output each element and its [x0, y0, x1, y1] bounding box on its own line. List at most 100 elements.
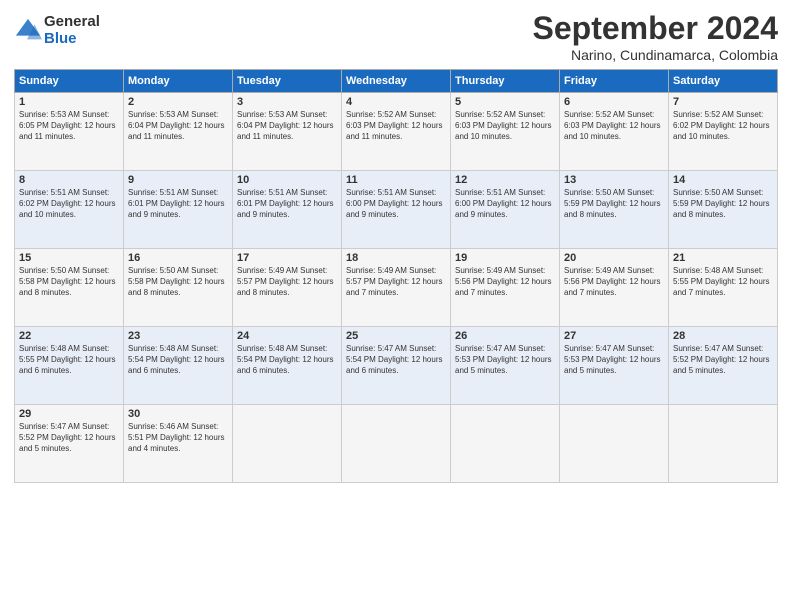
table-cell: 25Sunrise: 5:47 AM Sunset: 5:54 PM Dayli… [342, 327, 451, 405]
day-info: Sunrise: 5:48 AM Sunset: 5:54 PM Dayligh… [237, 343, 337, 377]
day-number: 17 [237, 252, 337, 264]
day-info: Sunrise: 5:51 AM Sunset: 6:01 PM Dayligh… [128, 187, 228, 221]
day-number: 11 [346, 174, 446, 186]
table-cell: 3Sunrise: 5:53 AM Sunset: 6:04 PM Daylig… [233, 93, 342, 171]
table-cell: 29Sunrise: 5:47 AM Sunset: 5:52 PM Dayli… [15, 405, 124, 483]
day-number: 7 [673, 96, 773, 108]
table-cell: 7Sunrise: 5:52 AM Sunset: 6:02 PM Daylig… [669, 93, 778, 171]
table-cell: 13Sunrise: 5:50 AM Sunset: 5:59 PM Dayli… [560, 171, 669, 249]
day-number: 5 [455, 96, 555, 108]
day-info: Sunrise: 5:47 AM Sunset: 5:52 PM Dayligh… [19, 421, 119, 455]
day-info: Sunrise: 5:47 AM Sunset: 5:52 PM Dayligh… [673, 343, 773, 377]
table-cell: 26Sunrise: 5:47 AM Sunset: 5:53 PM Dayli… [451, 327, 560, 405]
table-cell: 12Sunrise: 5:51 AM Sunset: 6:00 PM Dayli… [451, 171, 560, 249]
day-info: Sunrise: 5:50 AM Sunset: 5:58 PM Dayligh… [19, 265, 119, 299]
table-cell [451, 405, 560, 483]
table-row: 22Sunrise: 5:48 AM Sunset: 5:55 PM Dayli… [15, 327, 778, 405]
day-number: 22 [19, 330, 119, 342]
table-cell: 24Sunrise: 5:48 AM Sunset: 5:54 PM Dayli… [233, 327, 342, 405]
day-info: Sunrise: 5:52 AM Sunset: 6:03 PM Dayligh… [564, 109, 664, 143]
day-number: 15 [19, 252, 119, 264]
day-info: Sunrise: 5:50 AM Sunset: 5:58 PM Dayligh… [128, 265, 228, 299]
col-tuesday: Tuesday [233, 70, 342, 93]
col-monday: Monday [124, 70, 233, 93]
table-cell: 17Sunrise: 5:49 AM Sunset: 5:57 PM Dayli… [233, 249, 342, 327]
title-section: September 2024 Narino, Cundinamarca, Col… [533, 10, 778, 63]
day-info: Sunrise: 5:52 AM Sunset: 6:02 PM Dayligh… [673, 109, 773, 143]
day-info: Sunrise: 5:49 AM Sunset: 5:56 PM Dayligh… [455, 265, 555, 299]
table-cell: 8Sunrise: 5:51 AM Sunset: 6:02 PM Daylig… [15, 171, 124, 249]
day-number: 26 [455, 330, 555, 342]
day-info: Sunrise: 5:50 AM Sunset: 5:59 PM Dayligh… [564, 187, 664, 221]
day-info: Sunrise: 5:53 AM Sunset: 6:05 PM Dayligh… [19, 109, 119, 143]
day-number: 9 [128, 174, 228, 186]
day-number: 14 [673, 174, 773, 186]
day-number: 12 [455, 174, 555, 186]
table-cell: 14Sunrise: 5:50 AM Sunset: 5:59 PM Dayli… [669, 171, 778, 249]
day-info: Sunrise: 5:52 AM Sunset: 6:03 PM Dayligh… [455, 109, 555, 143]
day-info: Sunrise: 5:51 AM Sunset: 6:01 PM Dayligh… [237, 187, 337, 221]
table-cell: 9Sunrise: 5:51 AM Sunset: 6:01 PM Daylig… [124, 171, 233, 249]
day-number: 23 [128, 330, 228, 342]
day-info: Sunrise: 5:50 AM Sunset: 5:59 PM Dayligh… [673, 187, 773, 221]
day-info: Sunrise: 5:47 AM Sunset: 5:54 PM Dayligh… [346, 343, 446, 377]
table-cell: 1Sunrise: 5:53 AM Sunset: 6:05 PM Daylig… [15, 93, 124, 171]
day-number: 3 [237, 96, 337, 108]
day-number: 30 [128, 408, 228, 420]
table-cell: 2Sunrise: 5:53 AM Sunset: 6:04 PM Daylig… [124, 93, 233, 171]
day-number: 10 [237, 174, 337, 186]
day-number: 24 [237, 330, 337, 342]
day-number: 21 [673, 252, 773, 264]
month-title: September 2024 [533, 10, 778, 47]
day-info: Sunrise: 5:48 AM Sunset: 5:55 PM Dayligh… [673, 265, 773, 299]
day-number: 18 [346, 252, 446, 264]
day-info: Sunrise: 5:52 AM Sunset: 6:03 PM Dayligh… [346, 109, 446, 143]
table-cell [669, 405, 778, 483]
table-cell: 4Sunrise: 5:52 AM Sunset: 6:03 PM Daylig… [342, 93, 451, 171]
table-cell: 21Sunrise: 5:48 AM Sunset: 5:55 PM Dayli… [669, 249, 778, 327]
header-row: Sunday Monday Tuesday Wednesday Thursday… [15, 70, 778, 93]
logo-blue: Blue [44, 31, 100, 48]
day-number: 4 [346, 96, 446, 108]
table-cell: 16Sunrise: 5:50 AM Sunset: 5:58 PM Dayli… [124, 249, 233, 327]
day-info: Sunrise: 5:53 AM Sunset: 6:04 PM Dayligh… [128, 109, 228, 143]
table-cell: 23Sunrise: 5:48 AM Sunset: 5:54 PM Dayli… [124, 327, 233, 405]
day-number: 8 [19, 174, 119, 186]
day-info: Sunrise: 5:49 AM Sunset: 5:56 PM Dayligh… [564, 265, 664, 299]
logo: General Blue [14, 14, 100, 47]
logo-icon [14, 17, 42, 45]
day-number: 29 [19, 408, 119, 420]
day-info: Sunrise: 5:53 AM Sunset: 6:04 PM Dayligh… [237, 109, 337, 143]
table-cell: 5Sunrise: 5:52 AM Sunset: 6:03 PM Daylig… [451, 93, 560, 171]
col-saturday: Saturday [669, 70, 778, 93]
table-cell: 28Sunrise: 5:47 AM Sunset: 5:52 PM Dayli… [669, 327, 778, 405]
day-number: 25 [346, 330, 446, 342]
day-info: Sunrise: 5:46 AM Sunset: 5:51 PM Dayligh… [128, 421, 228, 455]
logo-general: General [44, 14, 100, 31]
day-number: 19 [455, 252, 555, 264]
day-info: Sunrise: 5:49 AM Sunset: 5:57 PM Dayligh… [237, 265, 337, 299]
day-number: 6 [564, 96, 664, 108]
day-info: Sunrise: 5:51 AM Sunset: 6:00 PM Dayligh… [455, 187, 555, 221]
table-cell [342, 405, 451, 483]
day-info: Sunrise: 5:49 AM Sunset: 5:57 PM Dayligh… [346, 265, 446, 299]
table-cell: 19Sunrise: 5:49 AM Sunset: 5:56 PM Dayli… [451, 249, 560, 327]
day-number: 13 [564, 174, 664, 186]
table-row: 29Sunrise: 5:47 AM Sunset: 5:52 PM Dayli… [15, 405, 778, 483]
col-friday: Friday [560, 70, 669, 93]
table-cell [233, 405, 342, 483]
table-cell: 22Sunrise: 5:48 AM Sunset: 5:55 PM Dayli… [15, 327, 124, 405]
table-cell: 15Sunrise: 5:50 AM Sunset: 5:58 PM Dayli… [15, 249, 124, 327]
subtitle: Narino, Cundinamarca, Colombia [533, 47, 778, 63]
table-cell: 18Sunrise: 5:49 AM Sunset: 5:57 PM Dayli… [342, 249, 451, 327]
day-number: 1 [19, 96, 119, 108]
table-cell: 27Sunrise: 5:47 AM Sunset: 5:53 PM Dayli… [560, 327, 669, 405]
day-number: 27 [564, 330, 664, 342]
day-info: Sunrise: 5:51 AM Sunset: 6:00 PM Dayligh… [346, 187, 446, 221]
calendar-table: Sunday Monday Tuesday Wednesday Thursday… [14, 69, 778, 483]
table-cell: 10Sunrise: 5:51 AM Sunset: 6:01 PM Dayli… [233, 171, 342, 249]
table-cell: 20Sunrise: 5:49 AM Sunset: 5:56 PM Dayli… [560, 249, 669, 327]
logo-text: General Blue [44, 14, 100, 47]
table-cell: 30Sunrise: 5:46 AM Sunset: 5:51 PM Dayli… [124, 405, 233, 483]
day-number: 20 [564, 252, 664, 264]
